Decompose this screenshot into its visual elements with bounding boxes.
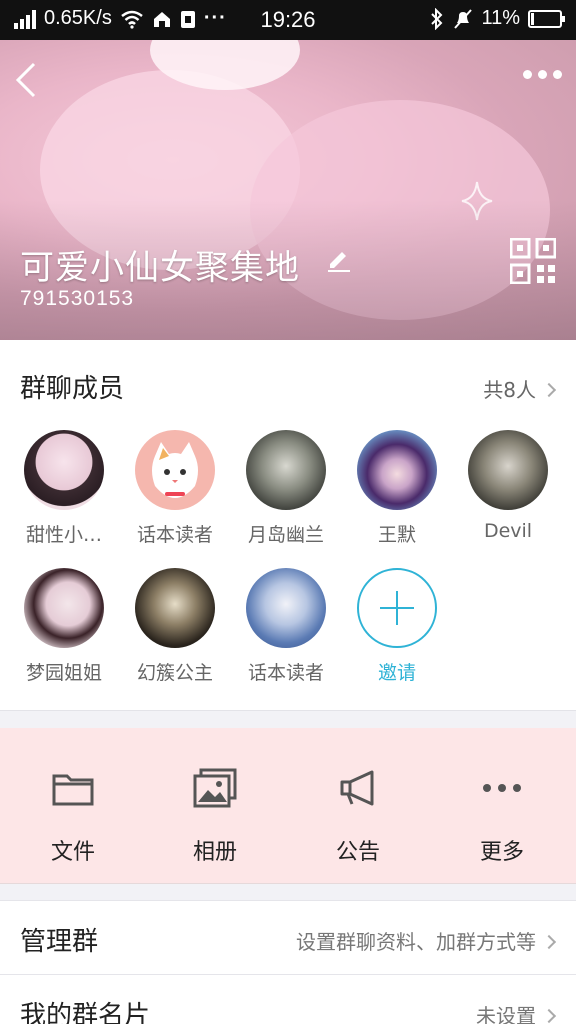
add-icon [357, 568, 437, 648]
member-item[interactable]: 话本读者 [120, 430, 230, 547]
avatar [246, 568, 326, 648]
member-name: 话本读者 [247, 662, 324, 684]
manage-group-label: 管理群 [20, 927, 99, 957]
invite-button[interactable]: 邀请 [342, 568, 452, 685]
action-bar: 文件 相册 公告 更多 [0, 728, 576, 884]
group-card-value: 未设置 [476, 1004, 536, 1024]
members-title: 群聊成员 [20, 374, 125, 404]
announcement-button[interactable]: 公告 [298, 766, 418, 866]
member-count: 共8人 [483, 378, 536, 402]
announcement-label: 公告 [335, 840, 380, 865]
avatar [24, 568, 104, 648]
member-name: 幻簇公主 [136, 662, 213, 684]
status-bar: 0.65K/s ··· 19:26 11% [0, 0, 576, 40]
group-id: 791530153 [20, 287, 135, 310]
member-name: 梦园姐姐 [25, 662, 102, 684]
album-label: 相册 [192, 840, 237, 865]
more-button[interactable]: 更多 [442, 766, 562, 866]
chevron-right-icon [541, 1008, 557, 1024]
member-item[interactable]: 甜性小… [9, 430, 119, 547]
folder-icon [52, 774, 94, 806]
battery-percent: 11% [481, 7, 520, 29]
group-card-row[interactable]: 我的群名片 未设置 [0, 974, 576, 1024]
avatar [135, 430, 215, 510]
member-item[interactable]: 梦园姐姐 [9, 568, 119, 685]
back-button[interactable] [12, 60, 52, 100]
member-name: 月岛幽兰 [247, 524, 324, 546]
member-name: 王默 [377, 524, 416, 546]
edit-name-icon[interactable] [326, 246, 352, 279]
divider [0, 710, 576, 728]
member-item[interactable]: 幻簇公主 [120, 568, 230, 685]
avatar [468, 430, 548, 510]
more-label: 更多 [479, 840, 524, 865]
member-name: 甜性小… [25, 524, 102, 546]
manage-group-row[interactable]: 管理群 设置群聊资料、加群方式等 [0, 900, 576, 974]
group-name: 可爱小仙女聚集地 [20, 248, 300, 288]
bluetooth-icon [431, 7, 443, 30]
manage-group-hint: 设置群聊资料、加群方式等 [296, 930, 536, 954]
back-arrow-icon [15, 62, 36, 98]
member-count-link[interactable]: 共8人 [483, 374, 557, 403]
mute-icon [454, 8, 473, 29]
avatar [24, 430, 104, 510]
group-header: 可爱小仙女聚集地 791530153 [0, 40, 576, 340]
chevron-right-icon [541, 934, 557, 950]
divider [0, 884, 576, 900]
album-button[interactable]: 相册 [155, 766, 275, 866]
invite-label: 邀请 [377, 662, 416, 684]
qr-code-icon[interactable] [510, 238, 556, 284]
announcement-icon [340, 770, 374, 806]
group-card-label: 我的群名片 [20, 1001, 151, 1024]
member-item[interactable]: Devil [453, 430, 563, 542]
avatar [135, 568, 215, 648]
battery-fill [531, 12, 534, 25]
member-item[interactable]: 话本读者 [231, 568, 341, 685]
member-name: 话本读者 [136, 524, 213, 546]
chevron-right-icon [541, 382, 557, 398]
member-item[interactable]: 王默 [342, 430, 452, 547]
member-name: Devil [483, 520, 533, 542]
battery-icon [528, 9, 565, 28]
avatar [246, 430, 326, 510]
member-item[interactable]: 月岛幽兰 [231, 430, 341, 547]
more-options-button[interactable] [523, 70, 562, 79]
files-button[interactable]: 文件 [13, 766, 133, 866]
avatar [357, 430, 437, 510]
files-label: 文件 [50, 840, 95, 865]
album-icon [193, 768, 237, 808]
more-icon [483, 784, 521, 792]
